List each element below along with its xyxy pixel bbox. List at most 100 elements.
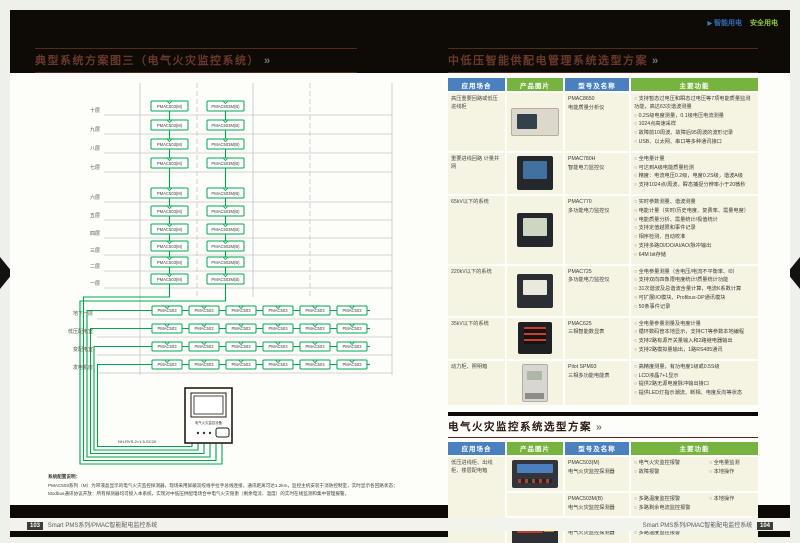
diagram-label: PMAC503M(B) [211,191,240,196]
diagram-label: PMAC503 [305,362,325,367]
two-page-spread: ▶ 智能用电 安全用电 典型系统方案图三（电气火灾监控系统）» 中低压智能供配电… [10,10,790,537]
functions-cell: 电气火灾监控报警故障报警全电量监测本地操作 [631,457,758,491]
diagram-note-line: Modbus通讯协议开放：所有探测器均可接入本系统，实现对中低压供配电场合中电气… [48,490,402,498]
product-name: 三相智能数显表 [568,329,626,337]
function-item: 可扩展I/O模块、Profibus-DP通讯模块 [634,295,755,303]
diagram-label: PMAC503 [231,308,251,313]
diagram-label: 发电机房 [73,364,93,371]
diagram-label: PMAC503 [305,344,325,349]
function-item: 相序检测、自动校准 [634,234,755,242]
product-model: PMAC770 [568,199,626,207]
page-number-badge: 104 [757,522,773,530]
function-list: 电气火灾监控报警故障报警 [634,460,709,478]
function-item: 支持定值越限和事件记录 [634,225,755,233]
model-cell: PMAC8650电能质量分析仪 [565,93,629,151]
product-screen [523,280,547,295]
diagram-label: PMAC503 [305,326,325,331]
diagram-label: PMAC503M(B) [211,209,240,214]
function-item: 全电参量测量（含电压/电流不平衡率、I0） [634,269,755,277]
function-list: 实时参数测量、谐波测量电能计量（实时/历史电度、复费率、需量电度）电能质量分析、… [634,199,755,260]
function-item: 支持1024点/周波，瞬态捕捉分辨率小于20微秒 [634,182,755,190]
diagram-label: PMAC503 [268,344,288,349]
diagram-label: PMAC503M(B) [211,260,240,265]
model-cell: PMAC770多功能电力监控仪 [565,196,629,264]
function-item: 支持多路DI/DO/AI/AO/脉冲输出 [634,243,755,251]
function-item: 提供LED灯指示潮流、断相、电度反向等状态 [634,390,755,398]
product-image-cell [507,457,563,491]
product-model: PMAC725 [568,269,626,277]
diagram-label: PMAC503 [342,326,362,331]
diagram-label: 九层 [90,126,100,133]
selection-table-power: 应用场合产品图片型号及名称主要功能高压重要回路或低压进线柜PMAC8650电能质… [448,78,758,405]
diagram-note-line: PMAC503系列（M）为带液晶显示的电气火灾监控探测器，现场采用屏蔽双绞线手拉… [48,482,402,490]
function-item: 1024点高速采样 [634,121,755,129]
application-cell: 65kV以下的系统 [448,196,505,264]
function-item: 本地操作 [709,469,755,477]
diagram-label: PMAC503(M) [157,209,183,214]
diagram-label: PMAC503(M) [157,227,183,232]
diagram-label: PMAC503(M) [157,277,183,282]
right-page: 应用场合产品图片型号及名称主要功能高压重要回路或低压进线柜PMAC8650电能质… [448,73,758,543]
diagram-label: NH-RVS-2×1.5-SC20 [118,439,157,444]
diagram-label: PMAC503 [194,326,214,331]
function-columns: 多路温度监控报警多路剩余电流监控报警本地操作 [634,496,755,514]
diagram-label: 三层 [90,248,100,254]
function-item: 31次谐波及总谐波含量计算，电流K系数计算 [634,286,755,294]
function-list: 支持暂态过电压和瞬态过电压等7项电能质量监测功能，高达63次谐波测量0.2S级电… [634,96,755,147]
product-image-fire-detector-blue [512,460,558,488]
function-item: 本地操作 [709,496,755,504]
product-name: 智能电力监控仪 [568,165,626,173]
product-screen [517,114,537,129]
product-model: PMAC625 [568,321,626,329]
diagram-note: 系统配置说明： PMAC503系列（M）为带液晶显示的电气火灾监控探测器，现场采… [48,473,402,497]
functions-cell: 全电量参量测量及电度计量循环数码管本地显示，支持CT等参数本地编程支持2路有源开… [631,318,758,359]
diagram-label: PMAC503M(B) [211,244,240,249]
product-name: 三相多功能电能表 [568,373,626,381]
function-item: 电能计量（实时/历史电度、复费率、需量电度） [634,208,755,216]
diagram-label: 低压配电室 [68,328,93,335]
diagram-label: PMAC503M(B) [211,277,240,282]
function-item: 故障前10周波、故障后95周波的波形记录 [634,130,755,138]
function-list: 全电量参量测量及电度计量循环数码管本地显示，支持CT等参数本地编程支持2路有源开… [634,321,755,355]
diagram-label: PMAC503 [157,344,177,349]
application-cell: 高压重要回路或低压进线柜 [448,93,505,151]
product-screen [523,161,547,179]
function-item: 多路温度监控报警 [634,530,755,538]
product-name: 多功能电力监控仪 [568,208,626,216]
section2-title-text: 电气火灾监控系统选型方案 [448,421,592,433]
diagram-label: PMAC503 [157,362,177,367]
diagram-label: PMAC503 [305,308,325,313]
diagram-label: 一层 [90,281,100,287]
function-item: 64M bit存储 [634,252,755,260]
product-model: PMAC503(M) [568,460,626,468]
left-page-title-block: 典型系统方案图三（电气火灾监控系统）» [35,48,357,73]
slogan-marker-icon: ▶ [707,21,712,27]
brand-slogan: ▶ 智能用电 安全用电 [707,18,778,28]
model-cell: PMAC503M(B)电气火灾监控探测器 [565,493,629,517]
left-page-footer: 103 Smart PMS系列/PMAC智能配电监控系统 [24,520,157,530]
functions-cell: 高精度测量，有功电度1级或0.5S级LCD液晶7+1显示提供2路无源电度脉冲输出… [631,361,758,405]
left-page-title-text: 典型系统方案图三（电气火灾监控系统） [35,55,260,67]
functions-cell: 支持暂态过电压和瞬态过电压等7项电能质量监测功能，高达63次谐波测量0.2S级电… [631,93,758,151]
footer-series-text: Smart PMS系列/PMAC智能配电监控系统 [643,523,753,529]
diagram-label: PMAC503 [194,308,214,313]
application-cell: 35kV以下的系统 [448,318,505,359]
product-image-cell [507,318,563,359]
function-item: 循环数码管本地显示，支持CT等参数本地编程 [634,329,755,337]
product-image-panel-meter-blue [517,156,553,190]
product-name: 电能质量分析仪 [568,105,626,113]
function-list: 多路温度监控报警多路剩余电流监控报警 [634,496,709,514]
function-list: 本地操作 [709,496,755,514]
product-image-cell [507,93,563,151]
diagram-label: PMAC503M(B) [211,142,240,147]
diagram-label: PMAC503 [342,308,362,313]
right-page-footer: Smart PMS系列/PMAC智能配电监控系统 104 [643,520,776,530]
diagram-label: PMAC503 [342,344,362,349]
diagram-label: PMAC503(M) [157,142,183,147]
diagram-label: PMAC503M(B) [211,104,240,109]
function-columns: 电气火灾监控报警故障报警全电量监测本地操作 [634,460,755,478]
diagram-label: 二层 [90,264,100,270]
functions-cell: 全电量计量可达到A级电能质量检测精度：电流电压0.2级，电度0.2S级，谐波A级… [631,153,758,194]
right-page-title-text: 中低压智能供配电管理系统选型方案 [448,55,648,67]
model-cell: PMAC625三相智能数显表 [565,318,629,359]
